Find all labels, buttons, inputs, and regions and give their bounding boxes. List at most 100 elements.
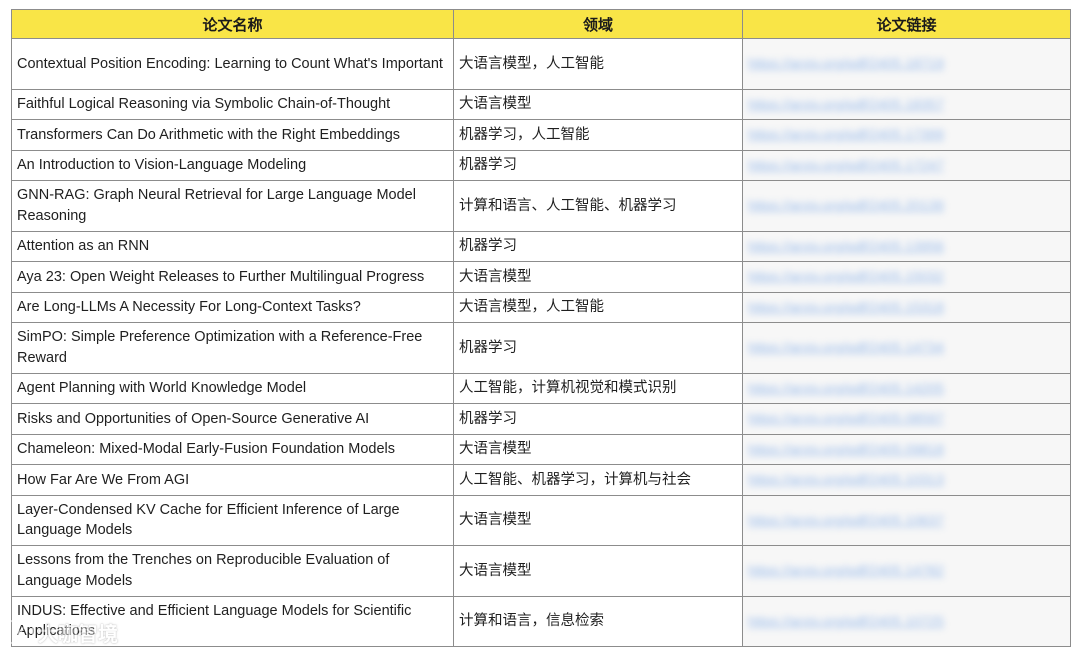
paper-title: Faithful Logical Reasoning via Symbolic … — [17, 96, 391, 112]
paper-link[interactable]: https://arxiv.org/pdf/2405.17399 — [748, 124, 944, 145]
paper-link[interactable]: https://arxiv.org/pdf/2405.14205 — [748, 378, 944, 399]
paper-title-cell: Attention as an RNN — [11, 230, 454, 262]
paper-link-cell: https://arxiv.org/pdf/2405.17247 — [742, 149, 1071, 181]
paper-link[interactable]: https://arxiv.org/pdf/2405.08597 — [748, 408, 944, 429]
paper-title-cell: How Far Are We From AGI — [11, 464, 454, 496]
table-row: Risks and Opportunities of Open-Source G… — [11, 403, 1071, 435]
paper-link[interactable]: https://arxiv.org/pdf/2405.15318 — [748, 297, 944, 318]
paper-title-cell: An Introduction to Vision-Language Model… — [11, 149, 454, 181]
table-row: An Introduction to Vision-Language Model… — [11, 149, 1071, 181]
table-row: How Far Are We From AGI 人工智能、机器学习，计算机与社会… — [11, 464, 1071, 496]
paper-title: Attention as an RNN — [17, 238, 150, 254]
paper-title: An Introduction to Vision-Language Model… — [17, 157, 307, 173]
paper-field: 大语言模型 — [453, 261, 743, 293]
paper-title-cell: GNN-RAG: Graph Neural Retrieval for Larg… — [11, 180, 454, 232]
paper-link-cell: https://arxiv.org/pdf/2405.08597 — [742, 403, 1071, 435]
header-row: 论文名称 领域 论文链接 — [11, 9, 1071, 39]
paper-title: Agent Planning with World Knowledge Mode… — [17, 380, 307, 396]
paper-link[interactable]: https://arxiv.org/pdf/2405.18719 — [748, 53, 944, 74]
paper-title: SimPO: Simple Preference Optimization wi… — [17, 329, 423, 366]
paper-link-cell: https://arxiv.org/pdf/2405.09818 — [742, 433, 1071, 465]
paper-title-cell: Layer-Condensed KV Cache for Efficient I… — [11, 494, 454, 546]
paper-field: 计算和语言、人工智能、机器学习 — [453, 180, 743, 232]
header-paper-name: 论文名称 — [11, 9, 454, 39]
paper-title-cell: Agent Planning with World Knowledge Mode… — [11, 372, 454, 404]
watermark-text: 大咖智境 — [38, 623, 118, 646]
paper-title-cell: Faithful Logical Reasoning via Symbolic … — [11, 88, 454, 120]
watermark: K 大咖智境 — [8, 618, 118, 646]
table-row: Aya 23: Open Weight Releases to Further … — [11, 261, 1071, 293]
table-row: Are Long-LLMs A Necessity For Long-Conte… — [11, 291, 1071, 323]
paper-title-cell: SimPO: Simple Preference Optimization wi… — [11, 322, 454, 374]
paper-field: 机器学习 — [453, 230, 743, 262]
paper-field: 大语言模型 — [453, 88, 743, 120]
table-row: Attention as an RNN 机器学习 https://arxiv.o… — [11, 230, 1071, 262]
paper-title-cell: Risks and Opportunities of Open-Source G… — [11, 403, 454, 435]
paper-field: 机器学习，人工智能 — [453, 119, 743, 151]
table-row: Transformers Can Do Arithmetic with the … — [11, 119, 1071, 151]
table-row: Chameleon: Mixed-Modal Early-Fusion Foun… — [11, 433, 1071, 465]
paper-link-cell: https://arxiv.org/pdf/2405.14782 — [742, 545, 1071, 597]
paper-title-cell: Chameleon: Mixed-Modal Early-Fusion Foun… — [11, 433, 454, 465]
paper-link[interactable]: https://arxiv.org/pdf/2405.13956 — [748, 236, 944, 257]
paper-link[interactable]: https://arxiv.org/pdf/2405.14782 — [748, 560, 944, 581]
paper-link-cell: https://arxiv.org/pdf/2405.14734 — [742, 322, 1071, 374]
paper-link-cell: https://arxiv.org/pdf/2405.15318 — [742, 291, 1071, 323]
table-row: Layer-Condensed KV Cache for Efficient I… — [11, 494, 1071, 546]
table-row: GNN-RAG: Graph Neural Retrieval for Larg… — [11, 180, 1071, 232]
paper-link-cell: https://arxiv.org/pdf/2405.10313 — [742, 464, 1071, 496]
paper-title: Are Long-LLMs A Necessity For Long-Conte… — [17, 299, 361, 315]
table-row: Faithful Logical Reasoning via Symbolic … — [11, 88, 1071, 120]
paper-link[interactable]: https://arxiv.org/pdf/2405.17247 — [748, 155, 944, 176]
watermark-logo-icon: K — [8, 620, 34, 644]
paper-link-cell: https://arxiv.org/pdf/2405.18357 — [742, 88, 1071, 120]
paper-link-cell: https://arxiv.org/pdf/2405.10637 — [742, 494, 1071, 546]
table-row: Lessons from the Trenches on Reproducibl… — [11, 545, 1071, 597]
paper-link[interactable]: https://arxiv.org/pdf/2405.20139 — [748, 195, 944, 216]
paper-link[interactable]: https://arxiv.org/pdf/2405.10313 — [748, 469, 944, 490]
paper-title-cell: Lessons from the Trenches on Reproducibl… — [11, 545, 454, 597]
paper-title-cell: Are Long-LLMs A Necessity For Long-Conte… — [11, 291, 454, 323]
paper-field: 大语言模型，人工智能 — [453, 38, 743, 90]
paper-field: 大语言模型，人工智能 — [453, 291, 743, 323]
paper-link[interactable]: https://arxiv.org/pdf/2405.09818 — [748, 439, 944, 460]
paper-title: Lessons from the Trenches on Reproducibl… — [17, 552, 390, 589]
paper-link-cell: https://arxiv.org/pdf/2405.10725 — [742, 595, 1071, 647]
paper-link-cell: https://arxiv.org/pdf/2405.17399 — [742, 119, 1071, 151]
paper-title-cell: Contextual Position Encoding: Learning t… — [11, 38, 454, 90]
table-row: SimPO: Simple Preference Optimization wi… — [11, 322, 1071, 374]
paper-field: 大语言模型 — [453, 545, 743, 597]
paper-field: 人工智能，计算机视觉和模式识别 — [453, 372, 743, 404]
paper-field: 大语言模型 — [453, 494, 743, 546]
paper-title: Contextual Position Encoding: Learning t… — [17, 55, 443, 72]
paper-field: 大语言模型 — [453, 433, 743, 465]
paper-field: 人工智能、机器学习，计算机与社会 — [453, 464, 743, 496]
table-row: Agent Planning with World Knowledge Mode… — [11, 372, 1071, 404]
paper-link-cell: https://arxiv.org/pdf/2405.14205 — [742, 372, 1071, 404]
paper-link[interactable]: https://arxiv.org/pdf/2405.10637 — [748, 510, 944, 531]
paper-title-cell: Transformers Can Do Arithmetic with the … — [11, 119, 454, 151]
paper-title: How Far Are We From AGI — [17, 471, 190, 488]
paper-title: GNN-RAG: Graph Neural Retrieval for Larg… — [17, 187, 416, 224]
paper-title: Risks and Opportunities of Open-Source G… — [17, 410, 370, 427]
paper-link[interactable]: https://arxiv.org/pdf/2405.15032 — [748, 266, 944, 287]
paper-link-cell: https://arxiv.org/pdf/2405.13956 — [742, 230, 1071, 262]
paper-link-cell: https://arxiv.org/pdf/2405.15032 — [742, 261, 1071, 293]
paper-field: 机器学习 — [453, 403, 743, 435]
paper-field: 机器学习 — [453, 149, 743, 181]
paper-title: Layer-Condensed KV Cache for Efficient I… — [17, 501, 400, 539]
paper-link-cell: https://arxiv.org/pdf/2405.20139 — [742, 180, 1071, 232]
paper-field: 计算和语言，信息检索 — [453, 595, 743, 647]
paper-link[interactable]: https://arxiv.org/pdf/2405.14734 — [748, 337, 944, 358]
table-row: Contextual Position Encoding: Learning t… — [11, 38, 1071, 90]
paper-title: Chameleon: Mixed-Modal Early-Fusion Foun… — [17, 441, 395, 457]
paper-link[interactable]: https://arxiv.org/pdf/2405.18357 — [748, 94, 944, 115]
paper-link-cell: https://arxiv.org/pdf/2405.18719 — [742, 38, 1071, 90]
header-field: 领域 — [453, 9, 743, 39]
paper-title: Transformers Can Do Arithmetic with the … — [17, 126, 401, 143]
paper-link[interactable]: https://arxiv.org/pdf/2405.10725 — [748, 611, 944, 632]
paper-title: Aya 23: Open Weight Releases to Further … — [17, 268, 425, 285]
table-row: INDUS: Effective and Efficient Language … — [11, 595, 1071, 647]
paper-title-cell: Aya 23: Open Weight Releases to Further … — [11, 261, 454, 293]
papers-table: 论文名称 领域 论文链接 Contextual Position Encodin… — [11, 9, 1071, 647]
